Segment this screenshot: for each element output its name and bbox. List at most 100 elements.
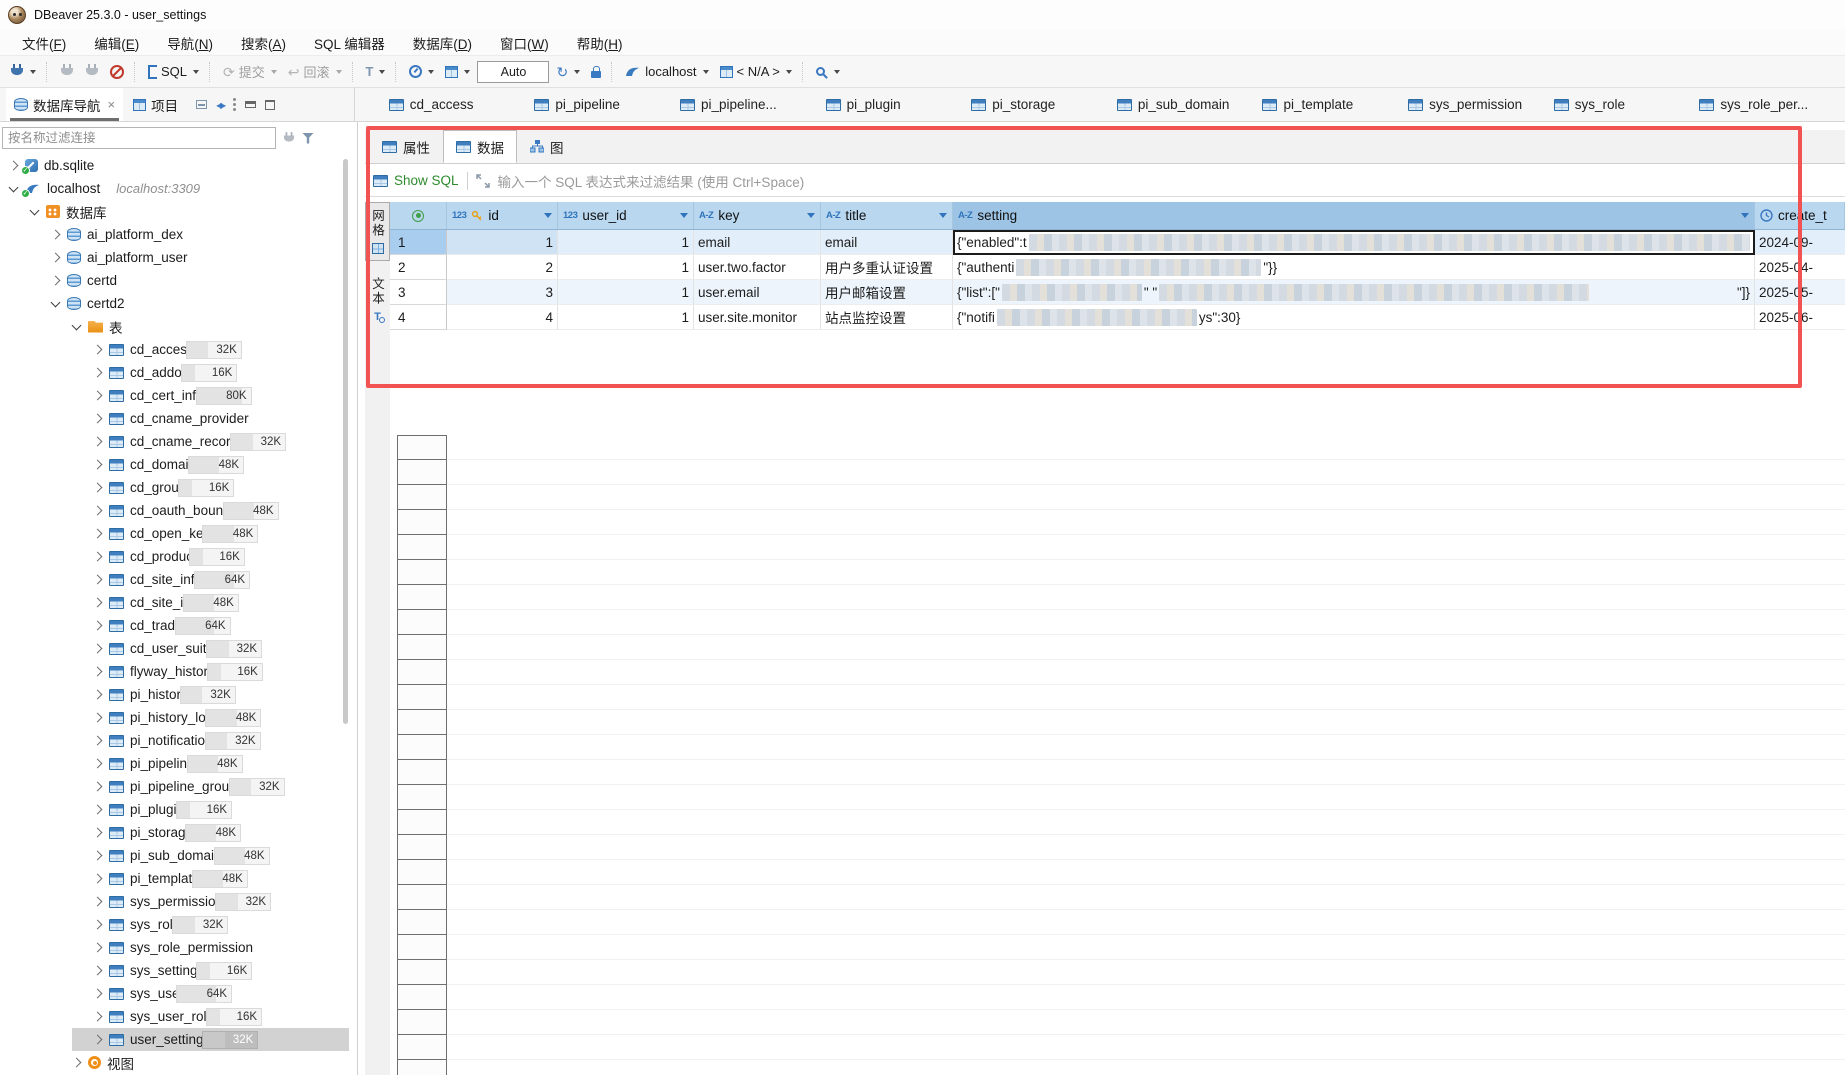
- chevron-right-icon[interactable]: [72, 1058, 82, 1068]
- connect-button[interactable]: [6, 61, 40, 82]
- tree-node-sys_user[interactable]: sys_user64K: [0, 982, 357, 1005]
- row-number[interactable]: 3: [390, 280, 447, 305]
- tree-node-sys_settings[interactable]: sys_settings16K: [0, 959, 357, 982]
- cell-user-id[interactable]: 1: [558, 230, 694, 255]
- chevron-right-icon[interactable]: [93, 506, 103, 516]
- editor-tab-sys_role_per[interactable]: sys_role_per...: [1699, 97, 1845, 112]
- chevron-right-icon[interactable]: [93, 598, 103, 608]
- chevron-down-icon[interactable]: [72, 320, 82, 330]
- tree-node-sys_role[interactable]: sys_role32K: [0, 913, 357, 936]
- tree-node-pi_notification[interactable]: pi_notification32K: [0, 729, 357, 752]
- tree-node-pi_storage[interactable]: pi_storage48K: [0, 821, 357, 844]
- chevron-right-icon[interactable]: [93, 460, 103, 470]
- tree-node-cd_access[interactable]: cd_access32K: [0, 338, 357, 361]
- cell-create-time[interactable]: 2025-04-: [1755, 255, 1845, 280]
- column-header-setting[interactable]: A-Zsetting: [953, 202, 1755, 229]
- chevron-right-icon[interactable]: [51, 230, 61, 240]
- chevron-right-icon[interactable]: [93, 368, 103, 378]
- readonly-button[interactable]: [587, 62, 605, 81]
- tree-node-cd_addon[interactable]: cd_addon16K: [0, 361, 357, 384]
- tree-node-cd_cert_info[interactable]: cd_cert_info80K: [0, 384, 357, 407]
- tab-projects[interactable]: 项目: [125, 88, 186, 121]
- tree-node-ai_platform_dex[interactable]: ai_platform_dex: [0, 223, 357, 246]
- cell-create-time[interactable]: 2025-05-: [1755, 280, 1845, 305]
- cell-setting[interactable]: {"enabled":t: [953, 230, 1755, 255]
- cell-setting[interactable]: {"notifiys":30}: [953, 305, 1755, 330]
- chevron-right-icon[interactable]: [93, 805, 103, 815]
- expand-filter-icon[interactable]: [476, 174, 490, 188]
- cell-title[interactable]: 用户多重认证设置: [821, 255, 953, 280]
- cell-title[interactable]: 用户邮箱设置: [821, 280, 953, 305]
- menu-item[interactable]: 帮助(H): [565, 30, 635, 56]
- chevron-right-icon[interactable]: [93, 483, 103, 493]
- chevron-right-icon[interactable]: [93, 966, 103, 976]
- sql-editor-button[interactable]: SQL: [144, 61, 203, 82]
- chevron-right-icon[interactable]: [93, 391, 103, 401]
- tree-node-certd2[interactable]: certd2: [0, 292, 357, 315]
- tree-node-cd_domain[interactable]: cd_domain48K: [0, 453, 357, 476]
- cell-id[interactable]: 3: [447, 280, 558, 305]
- column-header-user_id[interactable]: 123user_id: [558, 202, 694, 229]
- chevron-down-icon[interactable]: [30, 205, 40, 215]
- menu-item[interactable]: 编辑(E): [82, 30, 151, 56]
- column-header-create_t[interactable]: create_t: [1755, 202, 1845, 229]
- close-icon[interactable]: ×: [108, 97, 116, 112]
- tree-node-pi_pipeline[interactable]: pi_pipeline48K: [0, 752, 357, 775]
- connection-selector[interactable]: localhost: [621, 61, 712, 82]
- editor-tab-pi_template[interactable]: pi_template: [1262, 97, 1408, 112]
- editor-tab-sys_role[interactable]: sys_role: [1554, 97, 1700, 112]
- tree-node-cd_cname_provider[interactable]: cd_cname_provider: [0, 407, 357, 430]
- tree-node-pi_plugin[interactable]: pi_plugin16K: [0, 798, 357, 821]
- cell-setting[interactable]: {"authenti"}}: [953, 255, 1755, 280]
- tree-node-flyway_history[interactable]: flyway_history16K: [0, 660, 357, 683]
- chevron-right-icon[interactable]: [93, 667, 103, 677]
- cell-id[interactable]: 4: [447, 305, 558, 330]
- tree-node-数据库[interactable]: 数据库: [0, 200, 357, 223]
- menu-item[interactable]: 数据库(D): [401, 30, 484, 56]
- show-sql-button[interactable]: Show SQL: [373, 173, 459, 188]
- tree-node-表[interactable]: 表: [0, 315, 357, 338]
- tree-node-cd_oauth_bound[interactable]: cd_oauth_bound48K: [0, 499, 357, 522]
- tree-node-cd_user_suite[interactable]: cd_user_suite32K: [0, 637, 357, 660]
- disconnect-button[interactable]: [56, 61, 78, 82]
- tree-node-cd_site_ip[interactable]: cd_site_ip48K: [0, 591, 357, 614]
- tree-node-sys_role_permission[interactable]: sys_role_permission: [0, 936, 357, 959]
- maximize-icon[interactable]: [265, 100, 275, 110]
- tree-node-pi_history[interactable]: pi_history32K: [0, 683, 357, 706]
- chevron-right-icon[interactable]: [93, 897, 103, 907]
- tree-node-cd_open_key[interactable]: cd_open_key48K: [0, 522, 357, 545]
- tree-node-sys_user_role[interactable]: sys_user_role16K: [0, 1005, 357, 1028]
- tree-node-ai_platform_user[interactable]: ai_platform_user: [0, 246, 357, 269]
- cell-create-time[interactable]: 2024-09-: [1755, 230, 1845, 255]
- cell-create-time[interactable]: 2025-06-: [1755, 305, 1845, 330]
- editor-tab-pi_plugin[interactable]: pi_plugin: [826, 97, 972, 112]
- cell-setting[interactable]: {"list":["" ""]}: [953, 280, 1755, 305]
- presentation-grid-tab[interactable]: 网格: [365, 202, 390, 261]
- menu-item[interactable]: 导航(N): [155, 30, 225, 56]
- tab-properties[interactable]: 属性: [369, 130, 443, 163]
- chevron-right-icon[interactable]: [93, 437, 103, 447]
- chevron-right-icon[interactable]: [93, 713, 103, 723]
- menu-item[interactable]: 窗口(W): [488, 30, 561, 56]
- sql-filter-input[interactable]: 输入一个 SQL 表达式来过滤结果 (使用 Ctrl+Space): [498, 171, 805, 191]
- column-header-title[interactable]: A-Ztitle: [821, 202, 953, 229]
- collapse-all-icon[interactable]: [196, 100, 207, 109]
- tree-node-certd[interactable]: certd: [0, 269, 357, 292]
- tree-node-视图[interactable]: 视图: [0, 1051, 357, 1074]
- minimize-icon[interactable]: [245, 101, 256, 108]
- view-menu-icon[interactable]: [233, 98, 236, 111]
- tree-node-sys_permission[interactable]: sys_permission32K: [0, 890, 357, 913]
- commit-mode-select[interactable]: Auto: [477, 61, 549, 83]
- menu-item[interactable]: 文件(F): [10, 30, 78, 56]
- editor-tab-cd_access[interactable]: cd_access: [389, 97, 535, 112]
- tree-node-cd_trade[interactable]: cd_trade64K: [0, 614, 357, 637]
- chevron-right-icon[interactable]: [93, 345, 103, 355]
- chevron-right-icon[interactable]: [93, 621, 103, 631]
- tree-node-cd_cname_record[interactable]: cd_cname_record32K: [0, 430, 357, 453]
- tab-database-navigator[interactable]: 数据库导航 ×: [6, 88, 123, 121]
- chevron-right-icon[interactable]: [93, 851, 103, 861]
- chevron-down-icon[interactable]: [51, 297, 61, 307]
- cell-user-id[interactable]: 1: [558, 280, 694, 305]
- cell-user-id[interactable]: 1: [558, 255, 694, 280]
- connected-filter-icon[interactable]: [283, 132, 295, 145]
